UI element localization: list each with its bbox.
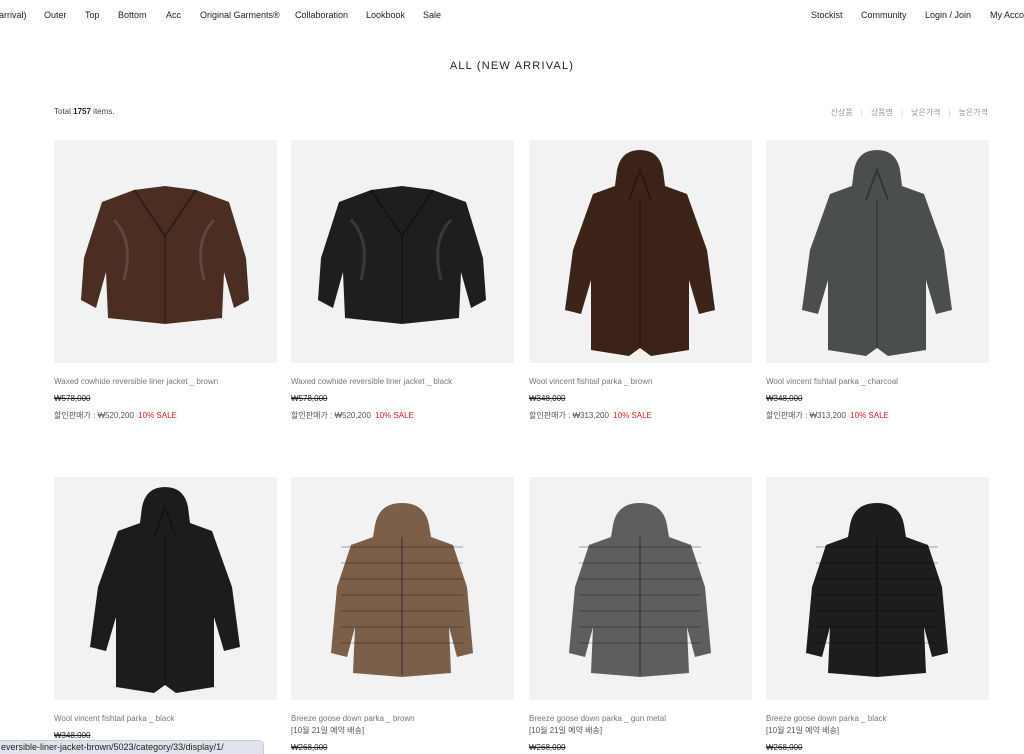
status-bar-url: eversible-liner-jacket-brown/5023/catego… (0, 740, 264, 754)
sort-options: 신상품 | 상품명 | 낮은가격 | 높은가격 (831, 107, 988, 118)
product-name[interactable]: Wool vincent fishtail parka _ black (54, 714, 277, 724)
product-card[interactable]: Waxed cowhide reversible liner jacket _ … (54, 140, 277, 421)
sale-percent-badge: 10% SALE (850, 411, 889, 420)
sale-price-label: 할인판매가 : ₩520,200 (54, 411, 134, 420)
nav-link-outer[interactable]: Outer (44, 10, 67, 21)
nav-link-login-join[interactable]: Login / Join (925, 10, 971, 21)
nav-link-stockist[interactable]: Stockist (811, 10, 843, 21)
product-delivery-note: [10월 21일 예약 배송] (529, 726, 603, 735)
sort-name[interactable]: 상품명 (871, 107, 893, 118)
product-name[interactable]: Waxed cowhide reversible liner jacket _ … (54, 377, 277, 387)
puffer-jacket-icon (569, 503, 711, 677)
nav-link-bottom[interactable]: Bottom (118, 10, 147, 21)
leather-liner-jacket-icon (318, 186, 486, 324)
product-image[interactable] (766, 477, 989, 700)
product-original-price: ₩268,000 (529, 743, 566, 752)
fishtail-parka-icon (90, 487, 240, 693)
puffer-jacket-icon (331, 503, 473, 677)
product-original-price: ₩348,000 (766, 394, 803, 403)
product-name[interactable]: Breeze goose down parka _ brown (291, 714, 514, 724)
product-delivery-note: [10월 21일 예약 배송] (766, 726, 840, 735)
top-navigation: arrival) Outer Top Bottom Acc Original G… (0, 0, 1024, 30)
sort-high-price[interactable]: 높은가격 (959, 107, 988, 118)
total-count: 1757 (73, 107, 91, 116)
nav-link-new-arrival[interactable]: arrival) (0, 10, 27, 21)
nav-link-acc[interactable]: Acc (166, 10, 181, 21)
product-sale-price: 할인판매가 : ₩520,200 10% SALE (291, 411, 514, 421)
product-card[interactable]: Breeze goose down parka _ brown [10월 21일 … (291, 477, 514, 753)
sort-divider: | (860, 108, 863, 117)
sort-new[interactable]: 신상품 (831, 107, 853, 118)
nav-link-my-account[interactable]: My Acco (990, 10, 1024, 21)
product-image[interactable] (291, 477, 514, 700)
product-name[interactable]: Breeze goose down parka _ gun metal (529, 714, 752, 724)
product-original-price: ₩578,000 (54, 394, 91, 403)
product-image[interactable] (766, 140, 989, 363)
sale-price-label: 할인판매가 : ₩313,200 (529, 411, 609, 420)
product-card[interactable]: Waxed cowhide reversible liner jacket _ … (291, 140, 514, 421)
product-image[interactable] (291, 140, 514, 363)
total-prefix: Total (54, 107, 71, 116)
sale-price-label: 할인판매가 : ₩313,200 (766, 411, 846, 420)
product-sale-price: 할인판매가 : ₩313,200 10% SALE (766, 411, 989, 421)
sort-low-price[interactable]: 낮은가격 (911, 107, 940, 118)
sale-price-label: 할인판매가 : ₩520,200 (291, 411, 371, 420)
product-original-price: ₩578,000 (291, 394, 328, 403)
leather-liner-jacket-icon (81, 186, 249, 324)
nav-link-sale[interactable]: Sale (423, 10, 441, 21)
fishtail-parka-icon (802, 150, 952, 356)
product-delivery-note: [10월 21일 예약 배송] (291, 726, 365, 735)
nav-link-lookbook[interactable]: Lookbook (366, 10, 405, 21)
product-image[interactable] (529, 140, 752, 363)
product-image[interactable] (54, 477, 277, 700)
nav-link-original-garments[interactable]: Original Garments® (200, 10, 280, 21)
product-name[interactable]: Waxed cowhide reversible liner jacket _ … (291, 377, 514, 387)
product-name[interactable]: Wool vincent fishtail parka _ brown (529, 377, 752, 387)
product-original-price: ₩268,000 (291, 743, 328, 752)
puffer-jacket-icon (806, 503, 948, 677)
product-card[interactable]: Wool vincent fishtail parka _ black ₩348,… (54, 477, 277, 741)
product-image[interactable] (529, 477, 752, 700)
product-card[interactable]: Breeze goose down parka _ gun metal [10월 … (529, 477, 752, 753)
sort-divider: | (900, 108, 904, 117)
nav-link-community[interactable]: Community (861, 10, 907, 21)
fishtail-parka-icon (565, 150, 715, 356)
total-suffix: items. (93, 107, 115, 116)
product-name[interactable]: Wool vincent fishtail parka _ charcoal (766, 377, 989, 387)
total-items: Total 1757 items. (54, 107, 115, 116)
sale-percent-badge: 10% SALE (375, 411, 414, 420)
product-card[interactable]: Breeze goose down parka _ black [10월 21일 … (766, 477, 989, 753)
sale-percent-badge: 10% SALE (613, 411, 652, 420)
product-card[interactable]: Wool vincent fishtail parka _ brown ₩348,… (529, 140, 752, 421)
sort-divider: | (948, 108, 951, 117)
product-sale-price: 할인판매가 : ₩520,200 10% SALE (54, 411, 277, 421)
nav-link-collaboration[interactable]: Collaboration (295, 10, 348, 21)
nav-link-top[interactable]: Top (85, 10, 100, 21)
sale-percent-badge: 10% SALE (138, 411, 177, 420)
product-card[interactable]: Wool vincent fishtail parka _ charcoal ₩3… (766, 140, 989, 421)
page-title: ALL (NEW ARRIVAL) (449, 60, 575, 72)
product-original-price: ₩268,000 (766, 743, 803, 752)
product-name[interactable]: Breeze goose down parka _ black (766, 714, 989, 724)
product-sale-price: 할인판매가 : ₩313,200 10% SALE (529, 411, 752, 421)
product-image[interactable] (54, 140, 277, 363)
product-original-price: ₩348,000 (529, 394, 566, 403)
